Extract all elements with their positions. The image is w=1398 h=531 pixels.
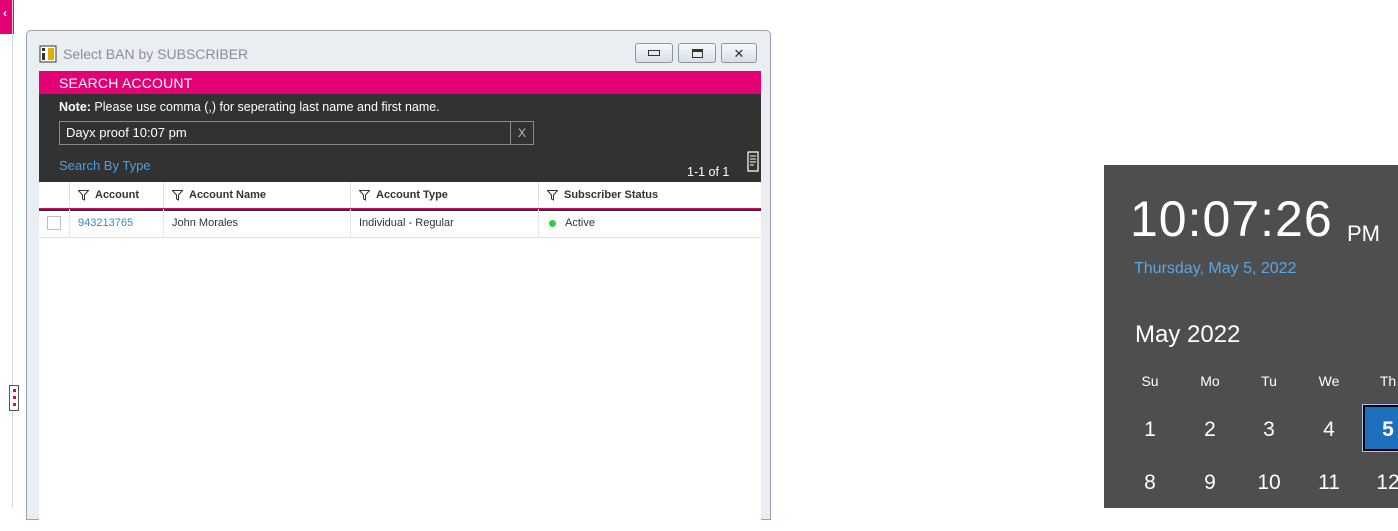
weekday-label: Th <box>1379 373 1397 389</box>
filter-icon[interactable] <box>359 189 370 201</box>
clear-search-button[interactable]: X <box>510 121 534 145</box>
search-header-title: SEARCH ACCOUNT <box>59 75 193 91</box>
cell-divider <box>350 209 351 237</box>
maximize-icon <box>691 48 703 58</box>
calendar-day[interactable]: 3 <box>1249 418 1289 442</box>
cell-divider <box>538 209 539 237</box>
column-header-account[interactable]: Account <box>78 182 139 208</box>
column-divider <box>69 182 70 208</box>
subscriber-status-cell: Active <box>549 209 595 237</box>
column-divider <box>538 182 539 208</box>
column-header-account-type[interactable]: Account Type <box>359 182 448 208</box>
calendar-day[interactable]: 1 <box>1130 418 1170 442</box>
pagination-text: 1-1 of 1 <box>687 165 730 179</box>
corner-tab-glyph: ‹ <box>3 6 7 20</box>
calendar-day[interactable]: 2 <box>1190 418 1230 442</box>
note-text: Note: Please use comma (,) for seperatin… <box>59 100 440 114</box>
column-label: Account Name <box>189 189 267 201</box>
column-label: Account Type <box>376 189 448 201</box>
maximize-button[interactable] <box>678 43 716 63</box>
minimize-button[interactable] <box>635 43 673 63</box>
clock-ampm: PM <box>1347 221 1380 246</box>
status-label: Active <box>565 217 595 229</box>
search-by-type-link[interactable]: Search By Type <box>59 158 151 173</box>
dialog-titlebar[interactable]: Select BAN by SUBSCRIBER ✕ <box>27 31 770 71</box>
dialog-title: Select BAN by SUBSCRIBER <box>63 46 249 62</box>
filter-icon[interactable] <box>547 189 558 201</box>
calendar-day[interactable]: 12 <box>1368 471 1398 495</box>
app-icon <box>39 45 57 63</box>
dialog-content: SEARCH ACCOUNT Note: Please use comma (,… <box>39 71 761 531</box>
export-document-icon[interactable] <box>747 151 761 173</box>
select-ban-dialog: Select BAN by SUBSCRIBER ✕ SEARCH ACCOUN… <box>26 30 771 531</box>
clock-time: 10:07:26 <box>1130 191 1333 247</box>
status-active-icon <box>549 219 556 227</box>
cell-divider <box>163 209 164 237</box>
filter-icon[interactable] <box>172 189 183 201</box>
table-row[interactable]: 943213765 John Morales Individual - Regu… <box>39 209 761 238</box>
account-number-link[interactable]: 943213765 <box>78 209 133 237</box>
minimize-icon <box>648 50 660 56</box>
calendar-day[interactable]: 9 <box>1190 471 1230 495</box>
weekday-label: Mo <box>1200 373 1220 389</box>
close-button[interactable]: ✕ <box>721 43 757 63</box>
calendar-day[interactable]: 8 <box>1130 471 1170 495</box>
clock-date-link[interactable]: Thursday, May 5, 2022 <box>1134 260 1296 278</box>
search-header: SEARCH ACCOUNT <box>39 71 761 94</box>
column-label: Account <box>95 189 139 201</box>
account-name-cell: John Morales <box>172 217 239 229</box>
note-body: Please use comma (,) for seperating last… <box>90 100 440 114</box>
calendar-month-label[interactable]: May 2022 <box>1135 321 1240 349</box>
table-header: Account Account Name Account Type Subscr… <box>39 182 761 209</box>
weekday-label: Su <box>1141 373 1159 389</box>
calendar-day-today[interactable]: 5 <box>1368 418 1398 442</box>
calendar-day[interactable]: 11 <box>1309 471 1349 495</box>
weekday-label: Tu <box>1261 373 1277 389</box>
note-label: Note: <box>59 100 91 114</box>
row-checkbox[interactable] <box>47 216 61 230</box>
column-divider <box>350 182 351 208</box>
column-header-account-name[interactable]: Account Name <box>172 182 266 208</box>
calendar-day[interactable]: 10 <box>1249 471 1289 495</box>
clock-calendar-flyout: 10:07:26 PM Thursday, May 5, 2022 May 20… <box>1104 165 1398 508</box>
account-type-cell: Individual - Regular <box>359 217 454 229</box>
column-label: Subscriber Status <box>564 189 659 201</box>
filter-icon[interactable] <box>78 189 89 201</box>
close-icon: ✕ <box>733 45 745 61</box>
left-divider <box>12 0 13 508</box>
side-handle-icon[interactable] <box>9 385 19 411</box>
column-divider <box>163 182 164 208</box>
cell-divider <box>69 209 70 237</box>
column-header-subscriber-status[interactable]: Subscriber Status <box>547 182 658 208</box>
calendar-day[interactable]: 4 <box>1309 418 1349 442</box>
search-input[interactable]: Dayx proof 10:07 pm <box>59 121 511 145</box>
weekday-label: We <box>1318 373 1340 389</box>
